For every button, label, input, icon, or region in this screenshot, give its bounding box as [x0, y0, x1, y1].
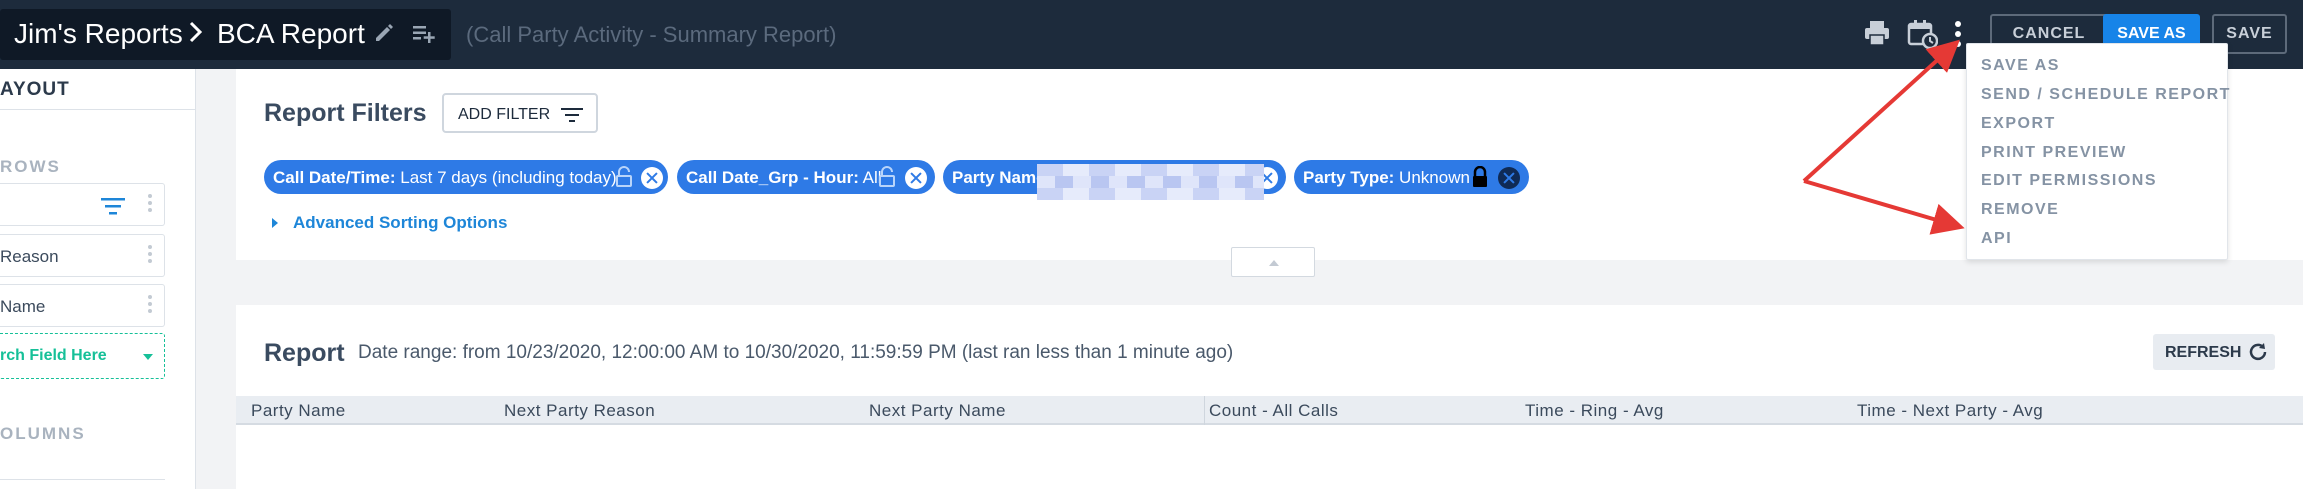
chip-field-label: Call Date_Grp - Hour:: [686, 168, 859, 187]
column-header[interactable]: Time - Ring - Avg: [1525, 401, 1664, 421]
caret-down-icon[interactable]: [142, 352, 154, 362]
report-date-range: Date range: from 10/23/2020, 12:00:00 AM…: [358, 342, 1234, 363]
report-table-header: Party Name Next Party Reason Next Party …: [236, 396, 2303, 425]
column-header[interactable]: Next Party Reason: [504, 401, 655, 421]
breadcrumb-parent-link[interactable]: Jim's Reports: [14, 18, 183, 50]
column-header[interactable]: Count - All Calls: [1209, 401, 1338, 421]
print-icon[interactable]: [1862, 18, 1892, 48]
add-filter-label: ADD FILTER: [458, 106, 551, 123]
layout-sidebar: AYOUT ROWS Reason Name rch Field Here OL…: [0, 69, 196, 489]
columns-heading: OLUMNS: [0, 424, 86, 443]
menu-item-edit-permissions[interactable]: EDIT PERMISSIONS: [1981, 172, 2157, 190]
filter-chip-call-date-hour[interactable]: Call Date_Grp - Hour: All: [677, 160, 935, 194]
report-filters-title: Report Filters: [264, 99, 427, 127]
filter-chip-party-type[interactable]: Party Type: Unknown: [1294, 160, 1529, 194]
unlock-icon[interactable]: [878, 166, 896, 188]
advanced-sorting-link[interactable]: Advanced Sorting Options: [293, 213, 507, 233]
column-field-item[interactable]: [0, 479, 165, 489]
schedule-calendar-icon[interactable]: [1906, 18, 1938, 50]
column-header[interactable]: Next Party Name: [869, 401, 1006, 421]
row-field-item[interactable]: Name: [0, 284, 165, 327]
menu-item-export[interactable]: EXPORT: [1981, 115, 2056, 133]
refresh-button[interactable]: REFRESH: [2153, 334, 2275, 370]
row-field-label: Reason: [0, 247, 59, 266]
divider: [0, 109, 195, 110]
redacted-value: [1037, 164, 1264, 200]
rows-heading: ROWS: [0, 157, 61, 176]
row-field-item[interactable]: Reason: [0, 234, 165, 277]
unlock-icon[interactable]: [615, 166, 633, 188]
add-to-list-icon[interactable]: [411, 22, 437, 44]
remove-filter-icon[interactable]: [905, 167, 927, 189]
column-header[interactable]: Party Name: [251, 401, 346, 421]
drag-handle-icon[interactable]: [148, 295, 152, 316]
chip-value: Unknown: [1394, 168, 1470, 187]
chevron-right-icon: [189, 21, 203, 43]
drag-handle-icon[interactable]: [148, 245, 152, 266]
edit-pencil-icon[interactable]: [373, 22, 395, 44]
caret-right-icon: [272, 218, 278, 228]
menu-item-remove[interactable]: REMOVE: [1981, 201, 2059, 219]
search-field-dropzone[interactable]: rch Field Here: [0, 333, 165, 379]
menu-item-send-schedule[interactable]: SEND / SCHEDULE REPORT: [1981, 86, 2231, 104]
layout-heading: AYOUT: [0, 79, 70, 100]
chip-value: Last 7 days (including today): [395, 168, 617, 187]
menu-item-save-as[interactable]: SAVE AS: [1981, 57, 2060, 75]
add-filter-button[interactable]: ADD FILTER: [442, 93, 598, 133]
more-actions-menu: SAVE AS SEND / SCHEDULE REPORT EXPORT PR…: [1966, 43, 2231, 260]
drag-handle-icon[interactable]: [148, 194, 152, 215]
report-type-subtitle: (Call Party Activity - Summary Report): [466, 22, 837, 47]
filter-chip-call-date[interactable]: Call Date/Time: Last 7 days (including t…: [264, 160, 668, 194]
refresh-icon: [2249, 343, 2267, 361]
report-title: Report: [264, 339, 345, 367]
column-header[interactable]: Time - Next Party - Avg: [1857, 401, 2043, 421]
search-field-label: rch Field Here: [0, 347, 107, 364]
collapse-filters-toggle[interactable]: [1231, 247, 1315, 277]
row-field-item[interactable]: [0, 183, 165, 226]
menu-item-print-preview[interactable]: PRINT PREVIEW: [1981, 144, 2127, 162]
chip-field-label: Party Type:: [1303, 168, 1395, 187]
lock-icon[interactable]: [1471, 166, 1489, 188]
breadcrumb-current: BCA Report: [217, 18, 365, 49]
row-field-label: Name: [0, 297, 46, 316]
filter-icon[interactable]: [100, 196, 126, 216]
chip-field-label: Call Date/Time:: [273, 168, 396, 187]
filter-lines-icon: [561, 108, 583, 122]
chip-field-label: Party Name: [952, 168, 1046, 187]
remove-filter-icon[interactable]: [1498, 167, 1520, 189]
remove-filter-icon[interactable]: [641, 167, 663, 189]
refresh-label: REFRESH: [2165, 344, 2242, 361]
menu-item-api[interactable]: API: [1981, 230, 2012, 248]
more-vertical-icon[interactable]: [1952, 20, 1964, 48]
top-bar: Jim's Reports BCA Report (Call Party Act…: [0, 0, 2303, 69]
column-divider: [1204, 396, 1205, 425]
